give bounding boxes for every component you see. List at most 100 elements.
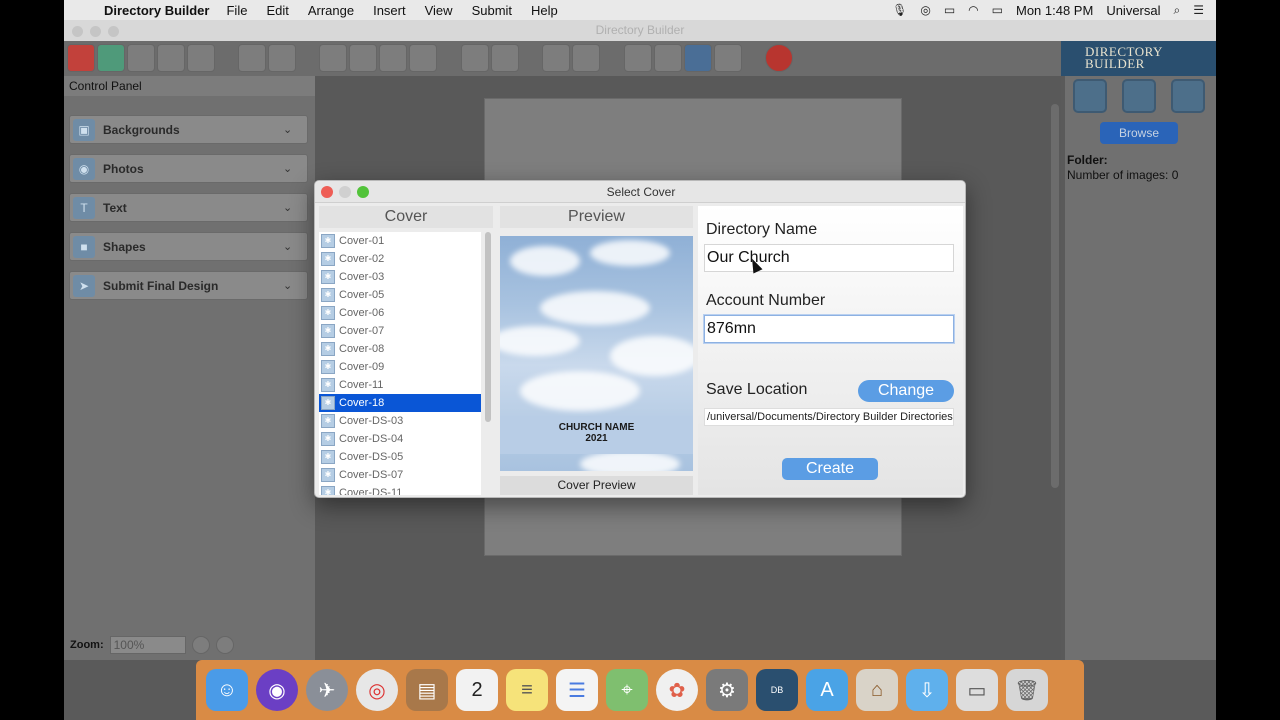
photos-app-icon[interactable]: ✿ — [656, 669, 698, 711]
cut-button[interactable] — [238, 44, 266, 72]
window-minimize-button[interactable] — [90, 26, 101, 37]
chrome-app-window-icon[interactable]: ▭ — [956, 669, 998, 711]
settings-button[interactable] — [714, 44, 742, 72]
wifi-icon[interactable]: ◠ — [968, 3, 978, 17]
microphone-icon[interactable]: 🎙 — [892, 3, 907, 17]
siri-icon[interactable]: ◉ — [256, 669, 298, 711]
my-account-button[interactable] — [67, 44, 95, 72]
menu-edit[interactable]: Edit — [266, 3, 288, 18]
finder-icon[interactable]: ☺ — [206, 669, 248, 711]
creative-cloud-icon[interactable]: ◎ — [920, 3, 930, 17]
zoom-select[interactable]: 100% — [109, 636, 186, 654]
save-button[interactable] — [127, 44, 155, 72]
canvas-scrollbar[interactable] — [1051, 104, 1059, 488]
airplay-icon[interactable]: ▭ — [944, 3, 955, 17]
text-panel-item[interactable]: T Text ⌄ — [69, 193, 308, 222]
list-item[interactable]: ✱ Cover-01 — [319, 232, 481, 250]
cover-list-scrollbar[interactable] — [485, 232, 491, 422]
list-item[interactable]: ✱ Cover-08 — [319, 340, 481, 358]
photos-panel-item[interactable]: ◉ Photos ⌄ — [69, 154, 308, 183]
list-item-selected[interactable]: ✱ Cover-18 — [319, 394, 481, 412]
browse-button[interactable]: Browse — [1100, 122, 1178, 144]
layers-tab-icon[interactable] — [1171, 79, 1205, 113]
downloads-folder-icon[interactable]: ⇩ — [906, 669, 948, 711]
list-item[interactable]: ✱ Cover-03 — [319, 268, 481, 286]
list-item[interactable]: ✱ Cover-02 — [319, 250, 481, 268]
list-item[interactable]: ✱ Cover-DS-04 — [319, 430, 481, 448]
group-button[interactable] — [542, 44, 570, 72]
list-item[interactable]: ✱ Cover-DS-11 — [319, 484, 481, 495]
menubar-clock[interactable]: Mon 1:48 PM — [1016, 3, 1093, 18]
copy-button[interactable] — [268, 44, 296, 72]
account-number-input[interactable] — [704, 315, 954, 343]
directory-builder-logo: DIRECTORY BUILDER — [1061, 41, 1216, 76]
home-folder-icon[interactable]: ⌂ — [856, 669, 898, 711]
align-left-button[interactable] — [319, 44, 347, 72]
applications-folder-icon[interactable]: A — [806, 669, 848, 711]
grid-button[interactable] — [654, 44, 682, 72]
list-item[interactable]: ✱ Cover-05 — [319, 286, 481, 304]
cover-item-label: Cover-DS-11 — [339, 487, 403, 495]
menu-insert[interactable]: Insert — [373, 3, 406, 18]
backgrounds-panel-item[interactable]: ▣ Backgrounds ⌄ — [69, 115, 308, 144]
camera-tab-icon[interactable] — [1073, 79, 1107, 113]
notification-center-icon[interactable]: ☰ — [1193, 3, 1204, 17]
dialog-zoom-button[interactable] — [357, 186, 369, 198]
layout-tab-icon[interactable] — [1122, 79, 1156, 113]
cover-list[interactable]: ✱ Cover-01 ✱ Cover-02 ✱ Cover-03 ✱ Cover-05 … — [319, 232, 481, 495]
chrome-icon[interactable]: ◎ — [356, 669, 398, 711]
system-preferences-icon[interactable]: ⚙ — [706, 669, 748, 711]
distribute-button[interactable] — [409, 44, 437, 72]
window-close-button[interactable] — [72, 26, 83, 37]
menu-bar: Directory Builder File Edit Arrange Inse… — [64, 0, 1216, 20]
menu-submit[interactable]: Submit — [472, 3, 512, 18]
notes-icon[interactable]: ≡ — [506, 669, 548, 711]
list-item[interactable]: ✱ Cover-DS-03 — [319, 412, 481, 430]
help-button[interactable] — [765, 44, 793, 72]
directory-name-input[interactable] — [704, 244, 954, 272]
menu-view[interactable]: View — [425, 3, 453, 18]
submit-final-design-panel-item[interactable]: ➤ Submit Final Design ⌄ — [69, 271, 308, 300]
redo-button[interactable] — [187, 44, 215, 72]
create-button[interactable]: Create — [782, 458, 878, 480]
contacts-icon[interactable]: ▤ — [406, 669, 448, 711]
app-menu[interactable]: Directory Builder — [104, 3, 209, 18]
spotlight-search-icon[interactable]: ⌕ — [1174, 3, 1181, 18]
lock-button[interactable] — [624, 44, 652, 72]
menu-help[interactable]: Help — [531, 3, 558, 18]
list-item[interactable]: ✱ Cover-07 — [319, 322, 481, 340]
cover-item-label: Cover-08 — [339, 343, 385, 355]
list-item[interactable]: ✱ Cover-DS-05 — [319, 448, 481, 466]
reminders-icon[interactable]: ☰ — [556, 669, 598, 711]
list-item[interactable]: ✱ Cover-11 — [319, 376, 481, 394]
list-item[interactable]: ✱ Cover-DS-07 — [319, 466, 481, 484]
save-location-label: Save Location — [706, 381, 808, 398]
calendar-icon[interactable]: 2 — [456, 669, 498, 711]
launchpad-icon[interactable]: ✈ — [306, 669, 348, 711]
maps-icon[interactable]: ⌖ — [606, 669, 648, 711]
trash-icon[interactable]: 🗑 — [1006, 669, 1048, 711]
bring-forward-button[interactable] — [461, 44, 489, 72]
camera-icon: ◉ — [73, 157, 95, 180]
undo-button[interactable] — [157, 44, 185, 72]
dialog-close-button[interactable] — [321, 186, 333, 198]
menubar-user[interactable]: Universal — [1106, 3, 1160, 18]
send-backward-button[interactable] — [491, 44, 519, 72]
list-item[interactable]: ✱ Cover-06 — [319, 304, 481, 322]
list-item[interactable]: ✱ Cover-09 — [319, 358, 481, 376]
window-zoom-button[interactable] — [108, 26, 119, 37]
align-right-button[interactable] — [379, 44, 407, 72]
zoom-out-button[interactable] — [215, 636, 234, 654]
align-center-button[interactable] — [349, 44, 377, 72]
edit-check-button[interactable] — [684, 44, 712, 72]
battery-icon[interactable]: ▭ — [992, 3, 1003, 17]
ungroup-button[interactable] — [572, 44, 600, 72]
dialog-minimize-button[interactable] — [339, 186, 351, 198]
menu-arrange[interactable]: Arrange — [308, 3, 354, 18]
directory-builder-app-icon[interactable]: DB — [756, 669, 798, 711]
shapes-panel-item[interactable]: ■ Shapes ⌄ — [69, 232, 308, 261]
change-location-button[interactable]: Change — [858, 380, 954, 402]
zoom-in-button[interactable] — [191, 636, 210, 654]
menu-file[interactable]: File — [226, 3, 247, 18]
open-folder-button[interactable] — [97, 44, 125, 72]
